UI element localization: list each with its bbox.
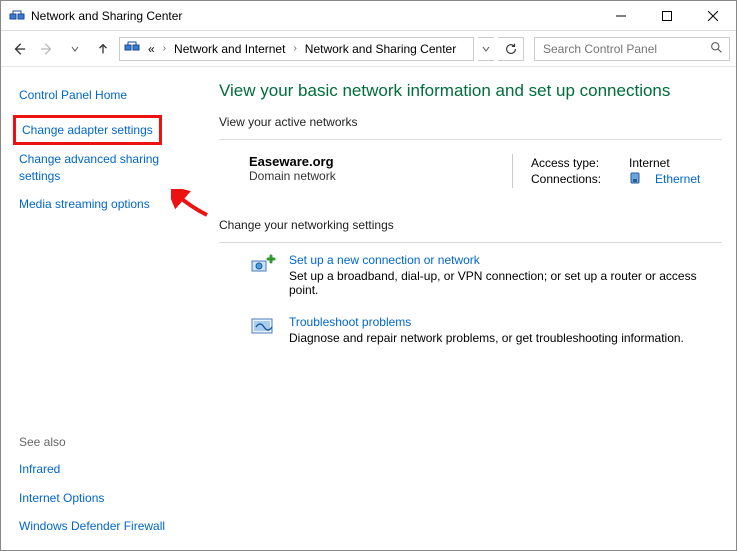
network-name: Easeware.org (249, 154, 512, 169)
address-icon (124, 39, 140, 58)
chevron-right-icon: › (291, 43, 298, 54)
page-title: View your basic network information and … (219, 81, 722, 101)
troubleshoot-link[interactable]: Troubleshoot problems (289, 315, 411, 329)
close-button[interactable] (690, 1, 736, 30)
breadcrumb-root[interactable]: « (146, 42, 157, 56)
minimize-button[interactable] (598, 1, 644, 30)
forward-button[interactable] (35, 35, 59, 63)
back-button[interactable] (7, 35, 31, 63)
see-also-infrared[interactable]: Infrared (19, 461, 199, 477)
address-dropdown[interactable] (478, 37, 494, 61)
search-input[interactable] (541, 41, 701, 57)
connections-label: Connections: (531, 172, 617, 186)
sidebar-advanced-sharing[interactable]: Change advanced sharing settings (19, 151, 199, 183)
breadcrumb-network-internet[interactable]: Network and Internet (172, 42, 287, 56)
see-also-internet-options[interactable]: Internet Options (19, 490, 199, 506)
navbar: « › Network and Internet › Network and S… (1, 31, 736, 67)
titlebar: Network and Sharing Center (1, 1, 736, 31)
change-settings-label: Change your networking settings (219, 218, 722, 232)
active-network-block: Easeware.org Domain network Access type:… (219, 148, 722, 194)
access-type-label: Access type: (531, 156, 617, 170)
breadcrumb-sharing-center[interactable]: Network and Sharing Center (303, 42, 458, 56)
refresh-button[interactable] (498, 37, 524, 61)
sidebar-change-adapter[interactable]: Change adapter settings (19, 121, 156, 139)
network-type: Domain network (249, 169, 512, 183)
troubleshoot-icon (249, 315, 277, 343)
sidebar: Control Panel Home Change adapter settin… (1, 67, 211, 550)
up-button[interactable] (91, 35, 115, 63)
window-title: Network and Sharing Center (31, 9, 598, 23)
sidebar-media-streaming[interactable]: Media streaming options (19, 196, 199, 212)
search-icon[interactable] (710, 41, 723, 57)
content-pane: View your basic network information and … (211, 67, 736, 550)
setup-connection-desc: Set up a broadband, dial-up, or VPN conn… (289, 269, 722, 297)
see-also-label: See also (19, 435, 199, 449)
address-bar[interactable]: « › Network and Internet › Network and S… (119, 37, 474, 61)
sidebar-home[interactable]: Control Panel Home (19, 87, 199, 103)
see-also-firewall[interactable]: Windows Defender Firewall (19, 518, 199, 534)
active-networks-label: View your active networks (219, 115, 722, 129)
troubleshoot-desc: Diagnose and repair network problems, or… (289, 331, 684, 345)
app-icon (9, 8, 25, 24)
setup-connection-link[interactable]: Set up a new connection or network (289, 253, 480, 267)
setup-connection-item: Set up a new connection or network Set u… (249, 253, 722, 297)
ethernet-icon (629, 172, 641, 186)
maximize-button[interactable] (644, 1, 690, 30)
history-dropdown[interactable] (63, 35, 87, 63)
setup-connection-icon (249, 253, 277, 281)
connections-link[interactable]: Ethernet (655, 172, 700, 186)
search-box[interactable] (534, 37, 730, 61)
troubleshoot-item: Troubleshoot problems Diagnose and repai… (249, 315, 722, 345)
access-type-value: Internet (629, 156, 670, 170)
chevron-right-icon: › (161, 43, 168, 54)
